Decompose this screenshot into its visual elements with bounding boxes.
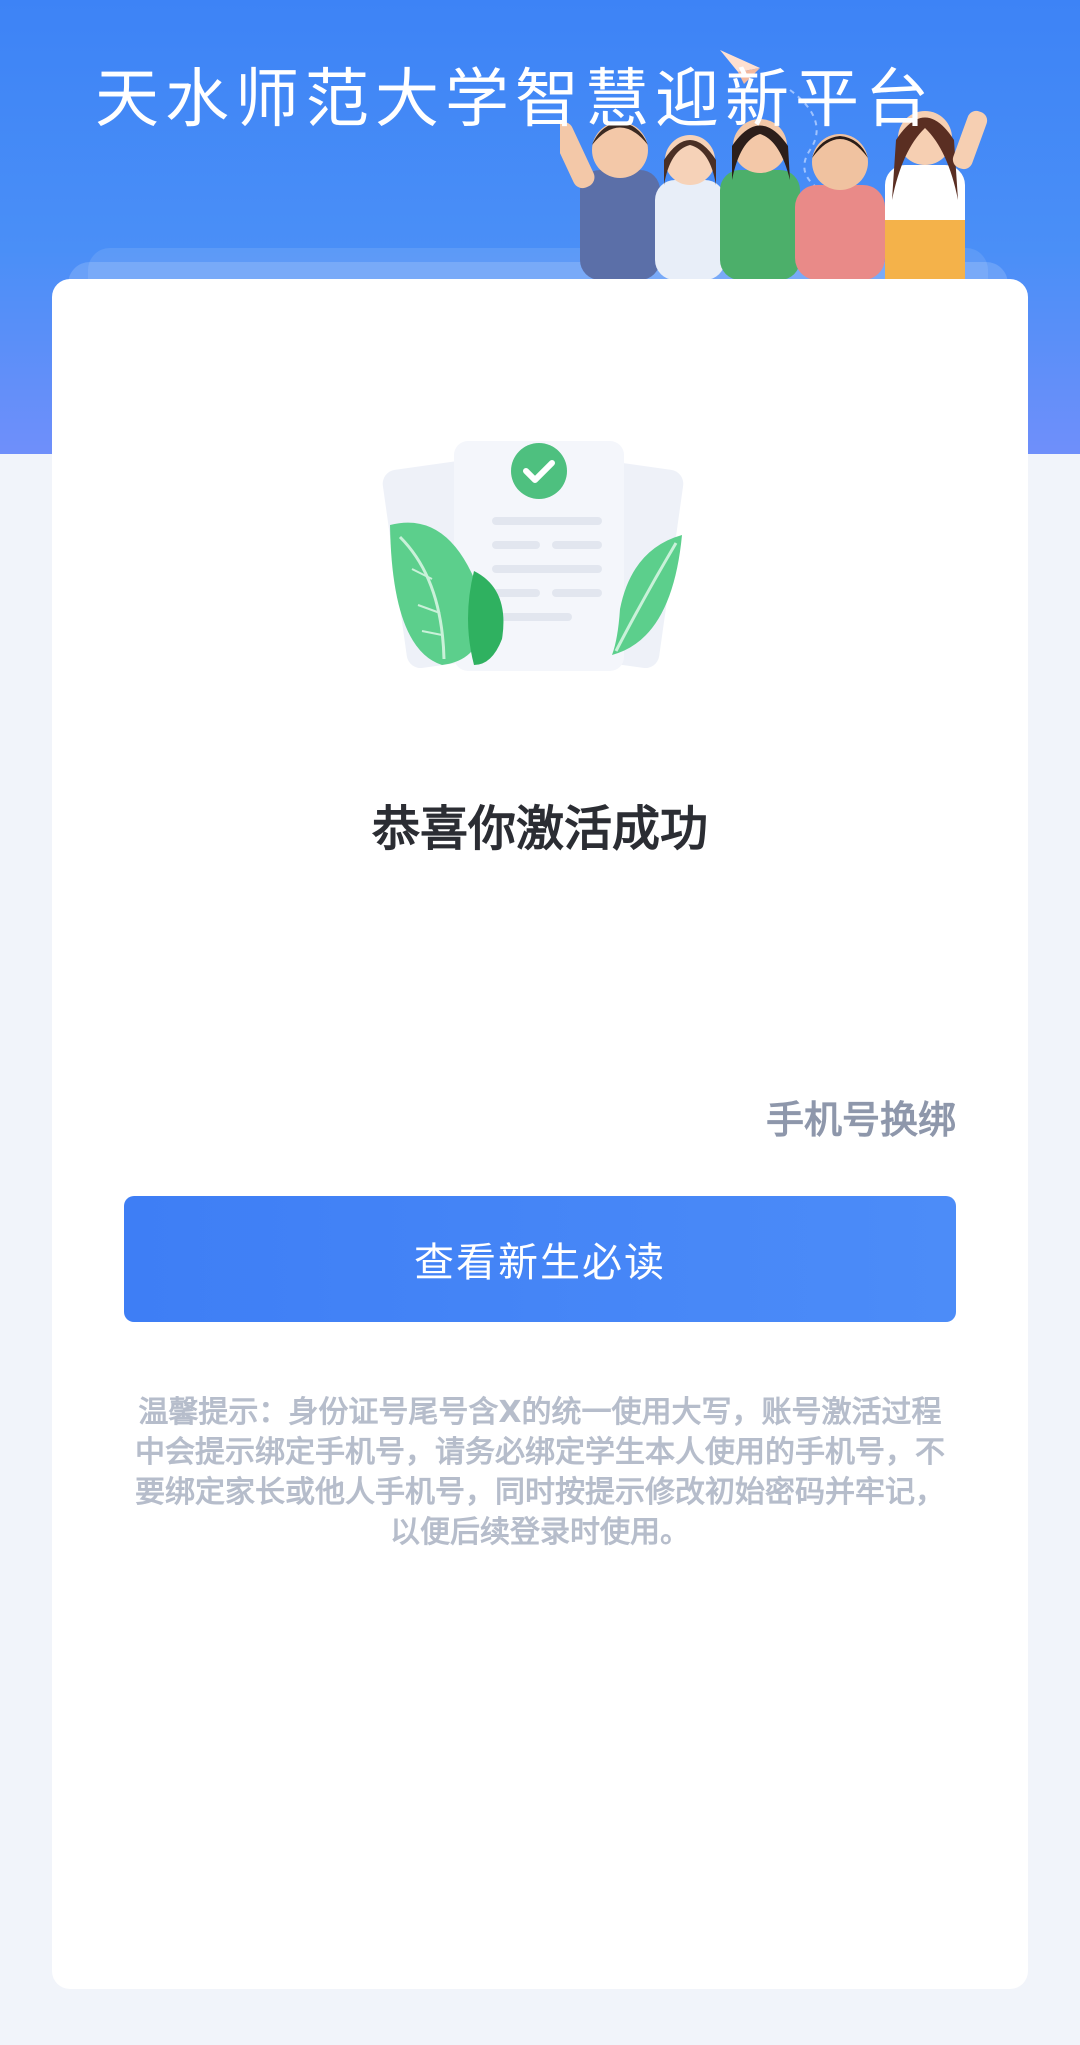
tip-text: 温馨提示：身份证号尾号含X的统一使用大写，账号激活过程中会提示绑定手机号，请务必… (135, 1395, 945, 1550)
document-check-with-leaves-illustration (382, 441, 684, 671)
phone-rebind-link[interactable]: 手机号换绑 (766, 1089, 956, 1144)
activation-card: 恭喜你激活成功 手机号换绑 查看新生必读 温馨提示：身份证号尾号含X的统一使用大… (52, 279, 1028, 1989)
app-title: 天水师范大学智慧迎新平台 (95, 63, 935, 137)
check-circle-icon (511, 443, 567, 499)
view-freshman-guide-button[interactable]: 查看新生必读 (124, 1196, 956, 1322)
success-title: 恭喜你激活成功 (371, 801, 708, 857)
